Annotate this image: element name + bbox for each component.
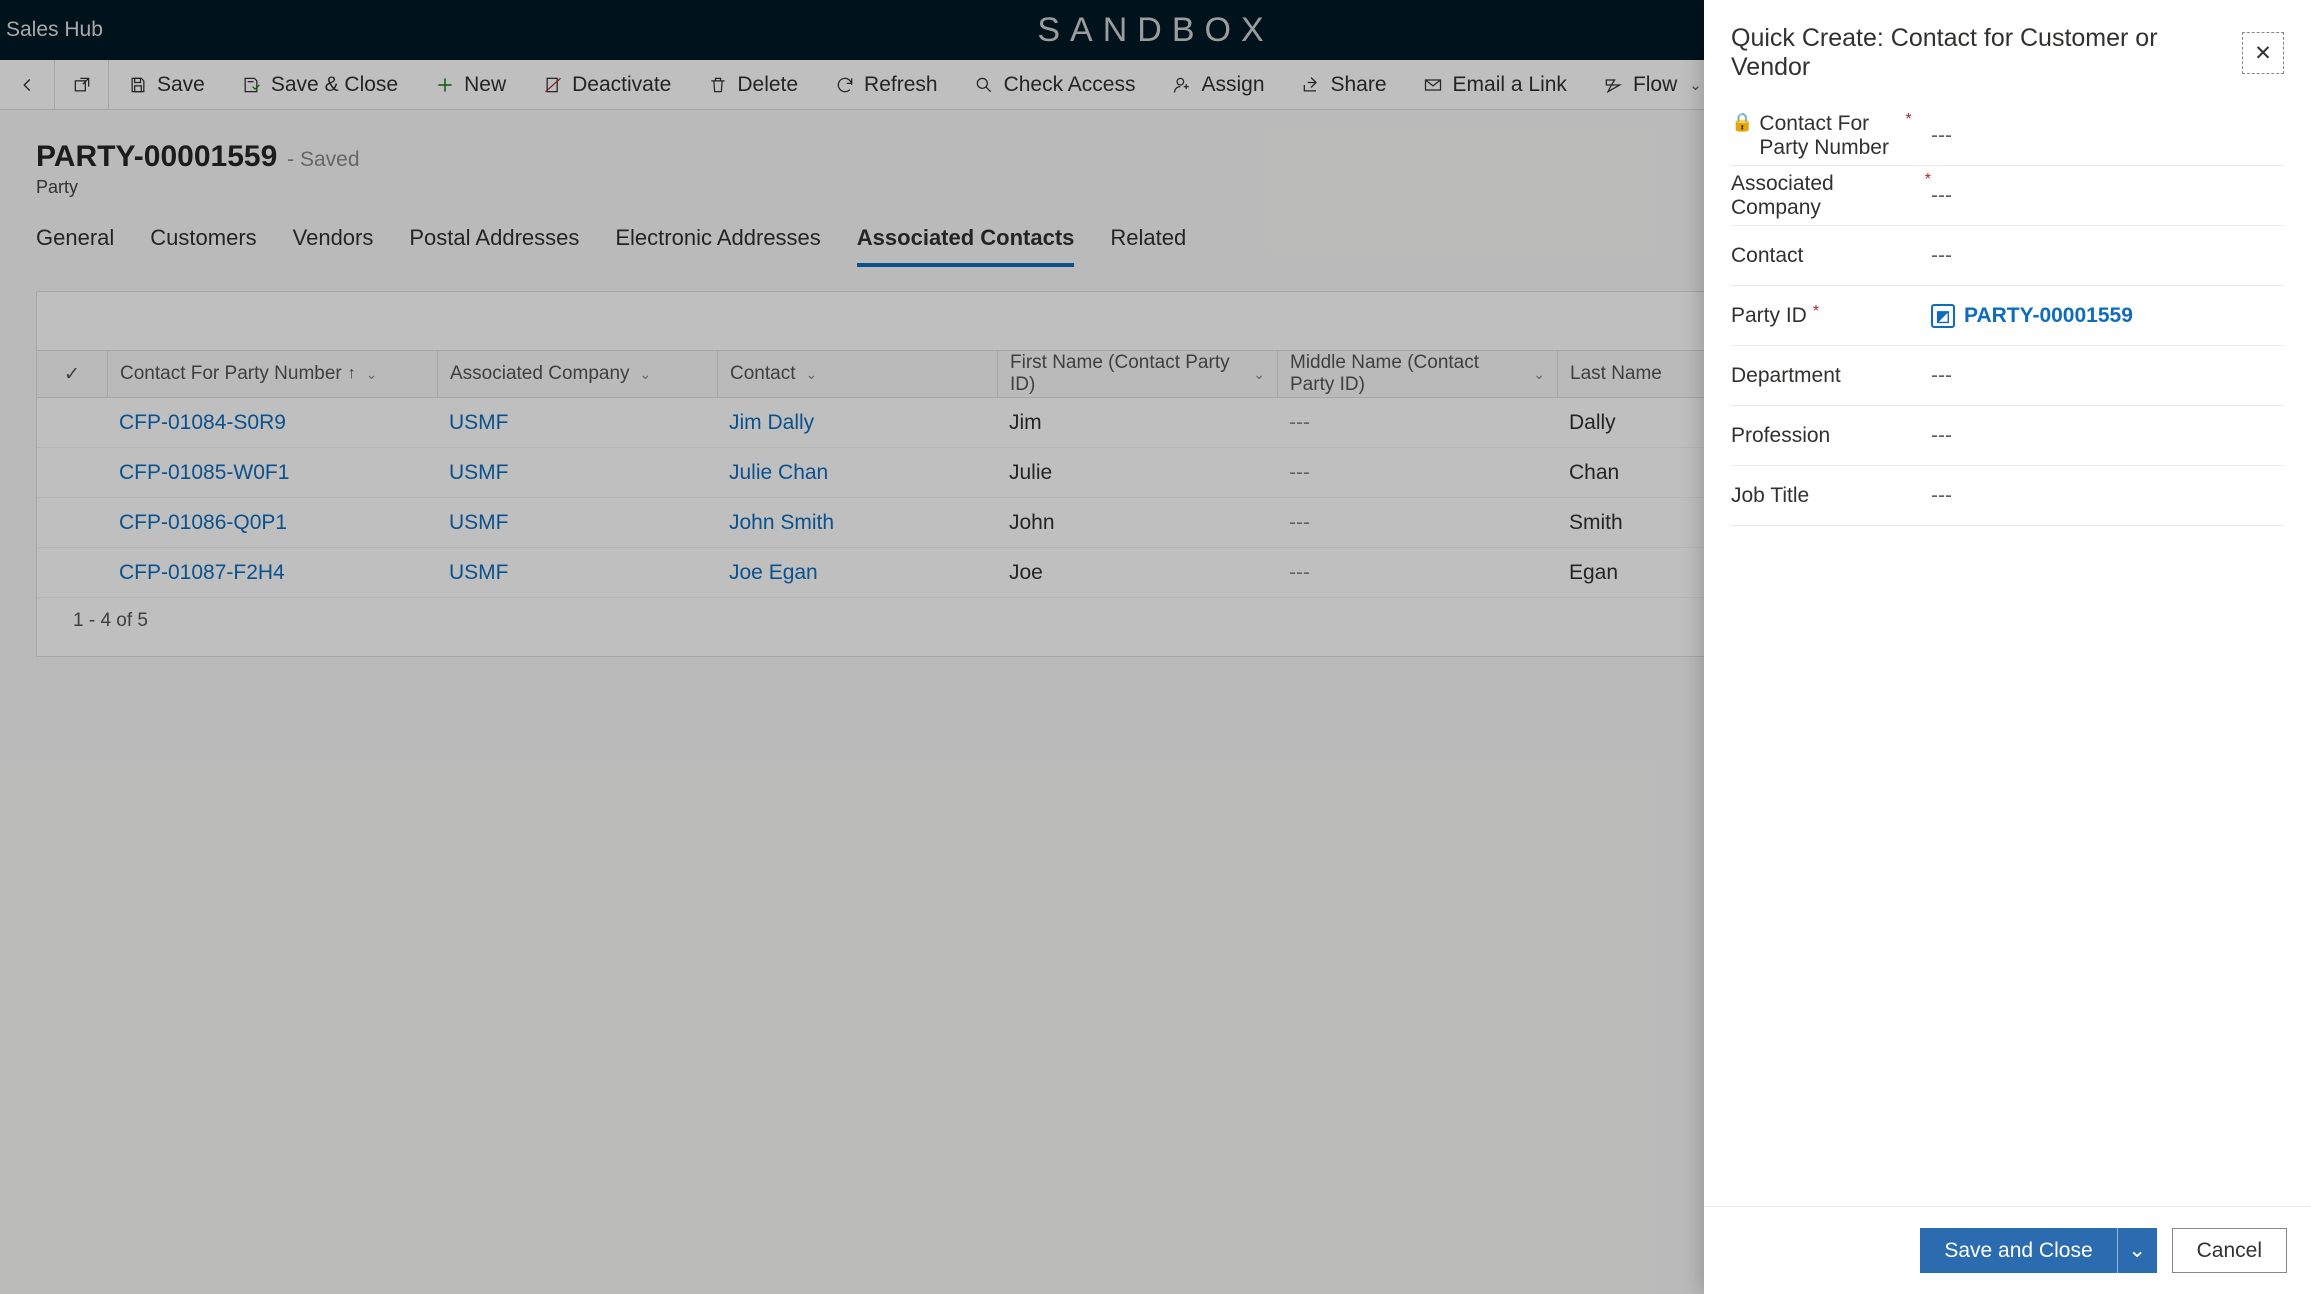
close-button[interactable]: ✕ [2242, 32, 2284, 74]
field-label: Job Title [1731, 484, 1931, 508]
save-and-close-label: Save and Close [1920, 1228, 2116, 1273]
quick-create-panel: Quick Create: Contact for Customer or Ve… [1704, 0, 2311, 1294]
label-text: Associated Company [1731, 172, 1919, 220]
field-value[interactable]: --- [1931, 424, 2284, 448]
close-icon: ✕ [2254, 41, 2272, 66]
panel-body: 🔒 Contact For Party Number * --- Associa… [1704, 106, 2311, 1206]
field-job-title[interactable]: Job Title --- [1731, 466, 2284, 526]
lookup-text: PARTY-00001559 [1964, 304, 2133, 328]
field-label: Profession [1731, 424, 1931, 448]
field-party-id[interactable]: Party ID * ◩ PARTY-00001559 [1731, 286, 2284, 346]
label-text: Job Title [1731, 484, 1809, 508]
cancel-button[interactable]: Cancel [2172, 1228, 2287, 1273]
cancel-label: Cancel [2197, 1239, 2262, 1263]
chevron-down-icon: ⌄ [2128, 1238, 2146, 1263]
lock-icon: 🔒 [1731, 112, 1753, 133]
panel-title: Quick Create: Contact for Customer or Ve… [1731, 24, 2242, 82]
entity-icon: ◩ [1931, 304, 1955, 328]
field-label: Party ID * [1731, 304, 1931, 328]
field-value: --- [1931, 124, 2284, 148]
field-associated-company[interactable]: Associated Company * --- [1731, 166, 2284, 226]
field-value[interactable]: --- [1931, 484, 2284, 508]
label-text: Contact [1731, 244, 1803, 268]
panel-header: Quick Create: Contact for Customer or Ve… [1704, 0, 2311, 106]
required-indicator: * [1813, 304, 1819, 320]
panel-footer: Save and Close ⌄ Cancel [1704, 1206, 2311, 1294]
field-value[interactable]: ◩ PARTY-00001559 [1931, 304, 2284, 328]
label-text: Profession [1731, 424, 1830, 448]
label-text: Contact For Party Number [1759, 112, 1899, 160]
field-label: 🔒 Contact For Party Number * [1731, 112, 1931, 160]
field-contact-for-party-number[interactable]: 🔒 Contact For Party Number * --- [1731, 106, 2284, 166]
save-and-close-button[interactable]: Save and Close ⌄ [1920, 1228, 2156, 1273]
field-label: Associated Company * [1731, 172, 1931, 220]
field-value[interactable]: --- [1931, 184, 2284, 208]
field-label: Department [1731, 364, 1931, 388]
save-split-button[interactable]: ⌄ [2117, 1228, 2157, 1273]
field-profession[interactable]: Profession --- [1731, 406, 2284, 466]
label-text: Department [1731, 364, 1841, 388]
field-value[interactable]: --- [1931, 244, 2284, 268]
label-text: Party ID [1731, 304, 1807, 328]
field-value[interactable]: --- [1931, 364, 2284, 388]
field-department[interactable]: Department --- [1731, 346, 2284, 406]
field-contact[interactable]: Contact --- [1731, 226, 2284, 286]
field-label: Contact [1731, 244, 1931, 268]
required-indicator: * [1905, 112, 1911, 128]
